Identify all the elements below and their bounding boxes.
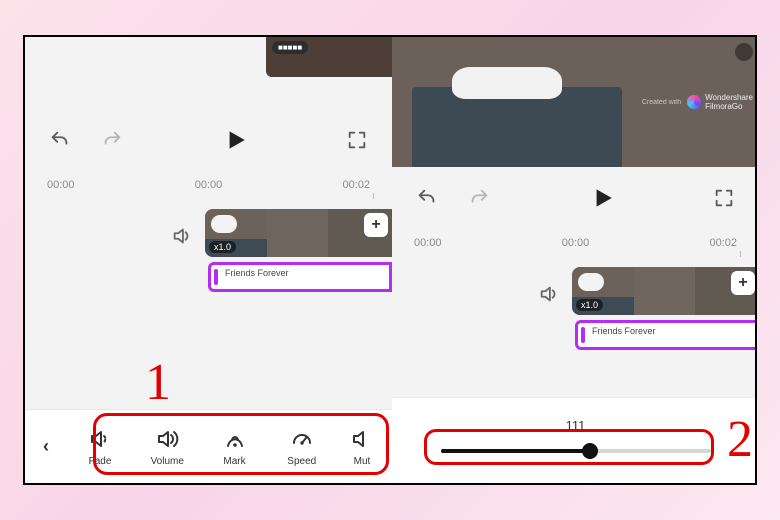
- preview-badge: ■■■■■: [272, 41, 308, 54]
- tool-volume[interactable]: Volume: [138, 426, 196, 467]
- video-preview[interactable]: Created with Wondershare FilmoraGo: [392, 37, 757, 167]
- video-clip[interactable]: + x1.0: [205, 209, 392, 257]
- volume-slider-panel: 111: [392, 397, 757, 483]
- audio-clip-label: Friends Forever: [225, 268, 289, 278]
- clip-speed-tag: x1.0: [209, 241, 236, 253]
- time-mid: 00:00: [184, 179, 234, 191]
- undo-button[interactable]: [414, 185, 440, 211]
- timeline-clips: + x1.0 Friends Forever: [392, 267, 757, 387]
- play-button[interactable]: [222, 127, 248, 153]
- timeline-ruler: 00:00 00:00 00:02: [392, 237, 757, 249]
- fullscreen-button[interactable]: [344, 127, 370, 153]
- filmorago-logo-icon: [687, 95, 701, 109]
- speed-icon: [289, 426, 315, 452]
- annotation-step-1: 1: [145, 353, 171, 412]
- transport-bar: [392, 185, 757, 211]
- tool-label: Fade: [89, 456, 112, 467]
- time-start: 00:00: [414, 237, 464, 249]
- audio-clip-handle[interactable]: [214, 269, 218, 285]
- tool-speed[interactable]: Speed: [273, 426, 331, 467]
- audio-clip-label: Friends Forever: [592, 326, 656, 336]
- undo-button[interactable]: [47, 127, 73, 153]
- mute-icon: [349, 426, 375, 452]
- transport-bar: [25, 127, 392, 153]
- tool-label: Speed: [287, 456, 316, 467]
- track-volume-icon[interactable]: [532, 277, 566, 311]
- add-clip-button[interactable]: +: [364, 213, 388, 237]
- preview-crop-left: ■■■■■: [266, 37, 392, 77]
- close-icon[interactable]: [735, 43, 753, 61]
- tool-label: Mut: [354, 456, 371, 467]
- tool-mute[interactable]: Mut: [340, 426, 384, 467]
- tool-mark[interactable]: Mark: [206, 426, 264, 467]
- slider-thumb[interactable]: [582, 443, 598, 459]
- redo-button[interactable]: [99, 127, 125, 153]
- mark-icon: [222, 426, 248, 452]
- tutorial-frame: ■■■■■ 00:00 00:00: [23, 35, 757, 485]
- clip-speed-tag: x1.0: [576, 299, 603, 311]
- time-mid: 00:00: [551, 237, 601, 249]
- screenshot-step-2: Created with Wondershare FilmoraGo: [392, 37, 757, 483]
- fade-icon: [87, 426, 113, 452]
- add-clip-button[interactable]: +: [731, 271, 755, 295]
- tool-fade[interactable]: Fade: [71, 426, 129, 467]
- volume-slider[interactable]: [441, 439, 711, 463]
- redo-button[interactable]: [466, 185, 492, 211]
- time-start: 00:00: [47, 179, 97, 191]
- audio-clip-handle[interactable]: [581, 327, 585, 343]
- track-volume-icon[interactable]: [165, 219, 199, 253]
- toolbar-back-button[interactable]: ‹: [25, 436, 67, 457]
- annotation-step-2: 2: [727, 410, 753, 469]
- volume-icon: [154, 426, 180, 452]
- audio-tool-toolbar: ‹ Fade Volume: [25, 409, 392, 483]
- screenshot-step-1: ■■■■■ 00:00 00:00: [25, 37, 392, 483]
- play-button[interactable]: [589, 185, 615, 211]
- slider-fill: [441, 449, 591, 453]
- audio-clip[interactable]: Friends Forever: [208, 262, 392, 292]
- tool-label: Mark: [223, 456, 245, 467]
- timeline-clips: + x1.0 Friends Forever: [25, 209, 392, 329]
- tool-label: Volume: [151, 456, 184, 467]
- fullscreen-button[interactable]: [711, 185, 737, 211]
- time-end: 00:02: [687, 237, 737, 249]
- video-clip[interactable]: + x1.0: [572, 267, 757, 315]
- slider-value-label: 111: [566, 418, 586, 433]
- audio-clip[interactable]: Friends Forever: [575, 320, 757, 350]
- time-end: 00:02: [320, 179, 370, 191]
- app-watermark: Created with Wondershare FilmoraGo: [642, 93, 753, 111]
- timeline-ruler: 00:00 00:00 00:02: [25, 179, 392, 191]
